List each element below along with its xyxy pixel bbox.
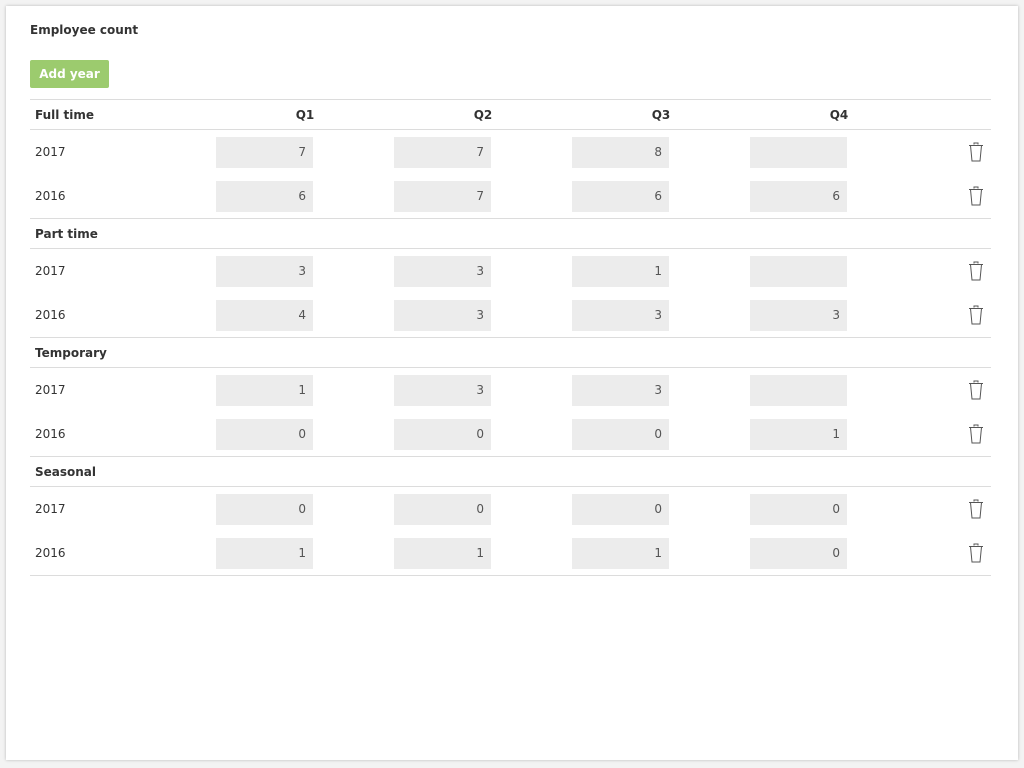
table-row: 2016: [30, 531, 991, 576]
column-header-q1: Q1: [295, 107, 315, 122]
row-year: 2016: [35, 308, 66, 322]
q2-input[interactable]: [394, 299, 491, 331]
q3-input[interactable]: [572, 255, 669, 287]
q1-input[interactable]: [216, 255, 313, 287]
row-year: 2016: [35, 427, 66, 441]
column-header-q3: Q3: [651, 107, 671, 122]
row-year: 2016: [35, 189, 66, 203]
q2-input[interactable]: [394, 493, 491, 525]
q3-input[interactable]: [572, 299, 669, 331]
q3-input[interactable]: [572, 136, 669, 168]
group-header-row: Full time Q1 Q2 Q3 Q4: [30, 100, 991, 130]
group-label: Seasonal: [35, 464, 97, 479]
row-year: 2016: [35, 546, 66, 560]
row-year: 2017: [35, 383, 66, 397]
q2-input[interactable]: [394, 537, 491, 569]
table-row: 2016: [30, 412, 991, 457]
trash-icon[interactable]: [961, 375, 991, 405]
q1-input[interactable]: [216, 136, 313, 168]
q1-input[interactable]: [216, 374, 313, 406]
group-label: Part time: [35, 226, 98, 241]
trash-icon[interactable]: [961, 256, 991, 286]
q4-input[interactable]: [750, 374, 847, 406]
employee-grid: Full time Q1 Q2 Q3 Q4 2017 2016: [30, 99, 991, 576]
row-year: 2017: [35, 502, 66, 516]
row-year: 2017: [35, 145, 66, 159]
add-year-button[interactable]: Add year: [30, 60, 109, 88]
q1-input[interactable]: [216, 299, 313, 331]
q1-input[interactable]: [216, 180, 313, 212]
q1-input[interactable]: [216, 418, 313, 450]
group-header-row: Temporary: [30, 338, 991, 368]
table-row: 2017: [30, 487, 991, 531]
group-label: Full time: [35, 107, 95, 122]
group-temporary: Temporary 2017 2016: [30, 338, 991, 457]
section-title: Employee count: [30, 23, 139, 37]
q4-input[interactable]: [750, 418, 847, 450]
q3-input[interactable]: [572, 374, 669, 406]
q2-input[interactable]: [394, 136, 491, 168]
table-row: 2017: [30, 368, 991, 412]
q3-input[interactable]: [572, 493, 669, 525]
group-part-time: Part time 2017 2016: [30, 219, 991, 338]
q4-input[interactable]: [750, 136, 847, 168]
table-row: 2017: [30, 249, 991, 293]
table-row: 2016: [30, 293, 991, 338]
q4-input[interactable]: [750, 255, 847, 287]
trash-icon[interactable]: [961, 494, 991, 524]
group-full-time: Full time Q1 Q2 Q3 Q4 2017 2016: [30, 100, 991, 219]
q2-input[interactable]: [394, 180, 491, 212]
column-header-q2: Q2: [473, 107, 493, 122]
trash-icon[interactable]: [961, 300, 991, 330]
trash-icon[interactable]: [961, 538, 991, 568]
q4-input[interactable]: [750, 299, 847, 331]
q2-input[interactable]: [394, 255, 491, 287]
trash-icon[interactable]: [961, 137, 991, 167]
q3-input[interactable]: [572, 418, 669, 450]
table-row: 2016: [30, 174, 991, 219]
q1-input[interactable]: [216, 537, 313, 569]
group-seasonal: Seasonal 2017 2016: [30, 457, 991, 576]
q3-input[interactable]: [572, 537, 669, 569]
group-label: Temporary: [35, 345, 107, 360]
q4-input[interactable]: [750, 180, 847, 212]
q4-input[interactable]: [750, 493, 847, 525]
employee-count-card: Employee count Add year Full time Q1 Q2 …: [6, 6, 1018, 760]
column-header-q4: Q4: [829, 107, 849, 122]
trash-icon[interactable]: [961, 181, 991, 211]
group-header-row: Seasonal: [30, 457, 991, 487]
q3-input[interactable]: [572, 180, 669, 212]
row-year: 2017: [35, 264, 66, 278]
table-row: 2017: [30, 130, 991, 174]
trash-icon[interactable]: [961, 419, 991, 449]
q1-input[interactable]: [216, 493, 313, 525]
q4-input[interactable]: [750, 537, 847, 569]
q2-input[interactable]: [394, 374, 491, 406]
group-header-row: Part time: [30, 219, 991, 249]
q2-input[interactable]: [394, 418, 491, 450]
